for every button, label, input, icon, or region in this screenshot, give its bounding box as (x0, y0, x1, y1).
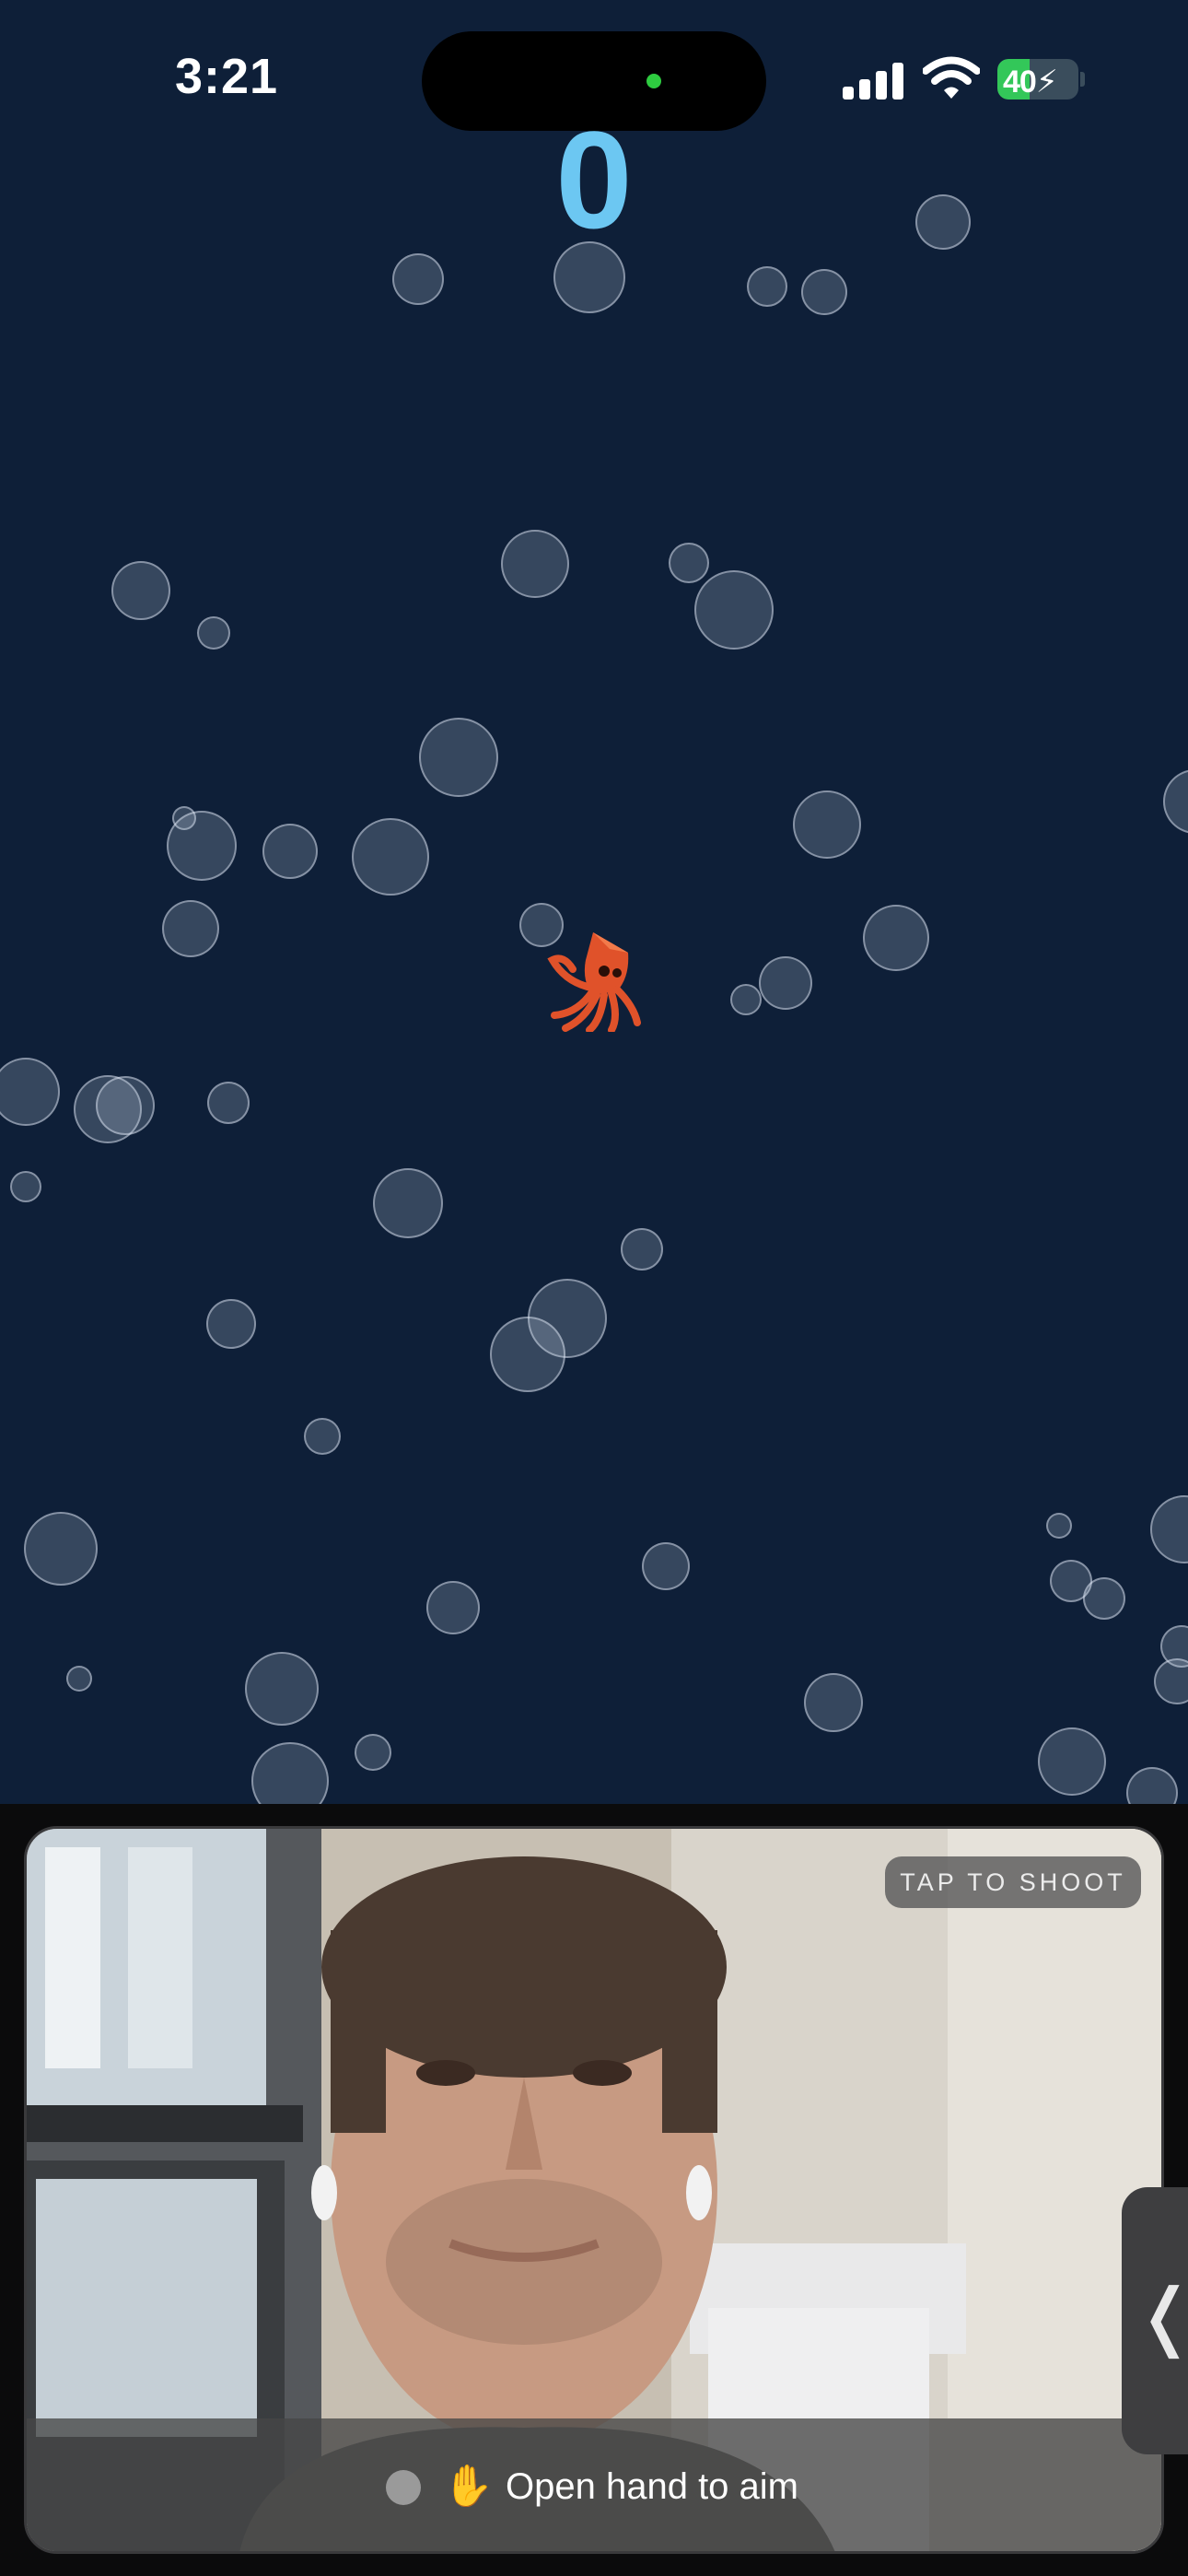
bubble (759, 956, 812, 1010)
bubble (804, 1673, 863, 1732)
bubble (863, 905, 929, 971)
bubble (66, 1666, 92, 1692)
bubble (392, 253, 444, 305)
side-panel-tab[interactable]: ❬ (1122, 2187, 1188, 2454)
camera-in-use-indicator (646, 74, 661, 88)
bubble (730, 984, 762, 1015)
bubble (1150, 1495, 1188, 1563)
bubble (1126, 1767, 1178, 1804)
gesture-hint-text: Open hand to aim (506, 2466, 798, 2507)
bubble (355, 1734, 391, 1771)
bubble (197, 616, 230, 650)
camera-preview[interactable]: TAP TO SHOOT ✋ Open hand to aim (24, 1826, 1164, 2554)
cellular-signal-icon (843, 61, 905, 100)
bubble (669, 543, 709, 583)
bubble (490, 1317, 565, 1392)
bubble (1038, 1727, 1106, 1796)
bubble (1154, 1658, 1188, 1704)
bubble (24, 1512, 98, 1586)
bubble (621, 1228, 663, 1270)
status-bar: 3:21 40⚡ (0, 0, 1188, 166)
bubble (419, 718, 498, 797)
bubble (111, 561, 170, 620)
charging-bolt-icon: ⚡ (1035, 64, 1058, 100)
battery-icon: 40⚡ (997, 59, 1078, 100)
bubble (793, 790, 861, 859)
gesture-hint-bar: ✋ Open hand to aim (27, 2418, 1161, 2551)
bubble (747, 266, 787, 307)
bubble (304, 1418, 341, 1455)
bubble (251, 1742, 329, 1804)
status-time: 3:21 (175, 49, 279, 104)
bubble (262, 824, 318, 879)
bubble (501, 530, 569, 598)
bubble (10, 1171, 41, 1202)
bubble (207, 1082, 250, 1124)
tap-to-shoot-badge[interactable]: TAP TO SHOOT (885, 1856, 1141, 1908)
chevron-left-icon: ❬ (1135, 2279, 1188, 2353)
bubble (1046, 1513, 1072, 1539)
bubble (206, 1299, 256, 1349)
bubble (162, 900, 219, 957)
battery-cap (1080, 72, 1085, 87)
bubble (96, 1076, 155, 1135)
bubble (373, 1168, 443, 1238)
bubble (1163, 769, 1188, 834)
bubble (352, 818, 429, 896)
bubble (245, 1652, 319, 1726)
bubble (642, 1542, 690, 1590)
bubble (0, 1058, 60, 1126)
bubble (167, 811, 237, 881)
wifi-icon (923, 56, 980, 99)
bubble (426, 1581, 480, 1634)
tracking-status-dot (386, 2470, 421, 2505)
dynamic-island (422, 31, 766, 131)
battery-level: 40⚡ (1003, 64, 1058, 100)
bubble (694, 570, 774, 650)
bubble (1083, 1577, 1125, 1620)
bubble (801, 269, 847, 315)
open-hand-icon: ✋ (443, 2464, 494, 2509)
game-canvas[interactable]: 0 3:21 40⚡ (0, 0, 1188, 1804)
bubble (915, 194, 971, 250)
squid-icon (547, 932, 641, 1032)
